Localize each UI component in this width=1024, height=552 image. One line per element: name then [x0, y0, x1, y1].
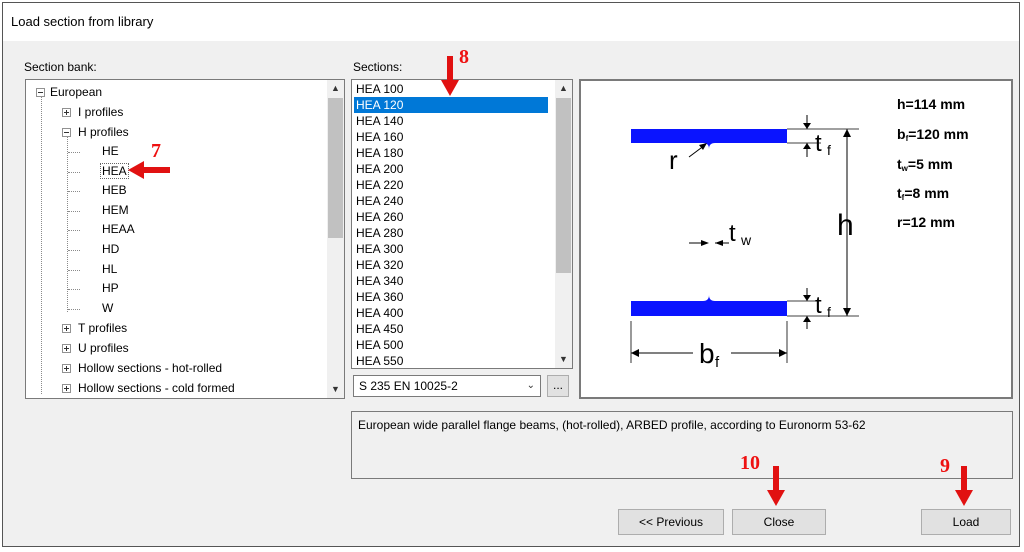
- annotation-9: 9: [940, 455, 950, 477]
- dim-tw: tw=5 mm: [897, 156, 953, 173]
- section-description: European wide parallel flange beams, (ho…: [351, 411, 1013, 479]
- scroll-thumb[interactable]: [328, 98, 343, 238]
- tree-item-heaa[interactable]: HEAA: [102, 220, 135, 239]
- expand-icon[interactable]: [62, 108, 71, 117]
- tf-bottom-sub: f: [827, 304, 831, 320]
- material-more-button[interactable]: ...: [547, 375, 569, 397]
- arrow-left-icon: [128, 161, 170, 179]
- section-item[interactable]: HEA 120: [354, 97, 548, 113]
- tree-scrollbar[interactable]: ▲ ▼: [327, 80, 344, 398]
- previous-button[interactable]: << Previous: [618, 509, 724, 535]
- r-label: r: [669, 145, 678, 175]
- tf-bottom-label: t: [815, 292, 822, 319]
- expand-icon[interactable]: [62, 324, 71, 333]
- collapse-icon[interactable]: [36, 88, 45, 97]
- h-label: h: [837, 209, 854, 242]
- sections-list[interactable]: HEA 100 HEA 120 HEA 140 HEA 160 HEA 180 HEA 2…: [351, 79, 573, 369]
- section-item[interactable]: HEA 280: [354, 225, 548, 241]
- i-beam-shape: [631, 129, 787, 316]
- tf-top-sub: f: [827, 142, 831, 158]
- tree-item-hl[interactable]: HL: [102, 260, 117, 279]
- tree-item-hem[interactable]: HEM: [102, 201, 129, 220]
- tree-item-heb[interactable]: HEB: [102, 181, 127, 200]
- tw-label: t: [729, 220, 736, 247]
- scroll-up-icon[interactable]: ▲: [327, 80, 344, 97]
- tree-item-w[interactable]: W: [102, 299, 113, 318]
- tree-item-hp[interactable]: HP: [102, 279, 119, 298]
- material-select[interactable]: S 235 EN 10025-2 ⌄: [353, 375, 541, 397]
- section-item[interactable]: HEA 300: [354, 241, 548, 257]
- dim-bf: bf=120 mm: [897, 126, 969, 143]
- sections-label: Sections:: [353, 60, 403, 74]
- close-button[interactable]: Close: [732, 509, 826, 535]
- load-button[interactable]: Load: [921, 509, 1011, 535]
- dim-tf: tf=8 mm: [897, 185, 949, 202]
- scroll-up-icon[interactable]: ▲: [555, 80, 572, 97]
- section-item[interactable]: HEA 200: [354, 161, 548, 177]
- collapse-icon[interactable]: [62, 128, 71, 137]
- section-item[interactable]: HEA 320: [354, 257, 548, 273]
- arrow-down-icon: [955, 466, 973, 506]
- tw-sub: w: [740, 232, 752, 248]
- dim-r: r=12 mm: [897, 214, 955, 230]
- title-bar: Load section from library: [3, 3, 1019, 41]
- arrow-down-icon: [441, 56, 459, 96]
- section-item[interactable]: HEA 160: [354, 129, 548, 145]
- chevron-down-icon: ⌄: [526, 380, 535, 391]
- annotation-10: 10: [740, 452, 760, 474]
- section-bank-label: Section bank:: [24, 60, 97, 74]
- section-item[interactable]: HEA 220: [354, 177, 548, 193]
- tree-item-hd[interactable]: HD: [102, 240, 119, 259]
- expand-icon[interactable]: [62, 384, 71, 393]
- section-bank-tree[interactable]: European I profiles H profiles HE HEA HE…: [25, 79, 345, 399]
- bf-sub: f: [715, 354, 720, 371]
- tree-item-he[interactable]: HE: [102, 142, 119, 161]
- tree-item-hea[interactable]: HEA: [100, 162, 129, 181]
- section-item[interactable]: HEA 450: [354, 321, 548, 337]
- arrow-down-icon: [767, 466, 785, 506]
- dim-h: h=114 mm: [897, 96, 965, 112]
- section-item[interactable]: HEA 500: [354, 337, 548, 353]
- section-item[interactable]: HEA 340: [354, 273, 548, 289]
- section-item[interactable]: HEA 400: [354, 305, 548, 321]
- section-item[interactable]: HEA 180: [354, 145, 548, 161]
- tf-top-label: t: [815, 130, 822, 157]
- annotation-8: 8: [459, 46, 469, 68]
- scroll-thumb[interactable]: [556, 98, 571, 273]
- section-item[interactable]: HEA 550: [354, 353, 548, 368]
- section-item[interactable]: HEA 260: [354, 209, 548, 225]
- i-beam-diagram: r t w t f t f h b f h=114 mm bf=120 mm t…: [630, 96, 969, 371]
- section-item[interactable]: HEA 140: [354, 113, 548, 129]
- expand-icon[interactable]: [62, 344, 71, 353]
- sections-scrollbar[interactable]: ▲ ▼: [555, 80, 572, 368]
- expand-icon[interactable]: [62, 364, 71, 373]
- window-title: Load section from library: [11, 14, 154, 29]
- load-section-dialog: Load section from library Section bank: …: [2, 2, 1020, 547]
- scroll-down-icon[interactable]: ▼: [327, 381, 344, 398]
- section-item[interactable]: HEA 240: [354, 193, 548, 209]
- section-preview: r t w t f t f h b f h=114 mm bf=120 mm t…: [579, 79, 1013, 399]
- dimension-values: h=114 mm bf=120 mm tw=5 mm tf=8 mm r=12 …: [897, 96, 969, 230]
- section-item[interactable]: HEA 360: [354, 289, 548, 305]
- scroll-down-icon[interactable]: ▼: [555, 351, 572, 368]
- bf-label: b: [699, 338, 715, 369]
